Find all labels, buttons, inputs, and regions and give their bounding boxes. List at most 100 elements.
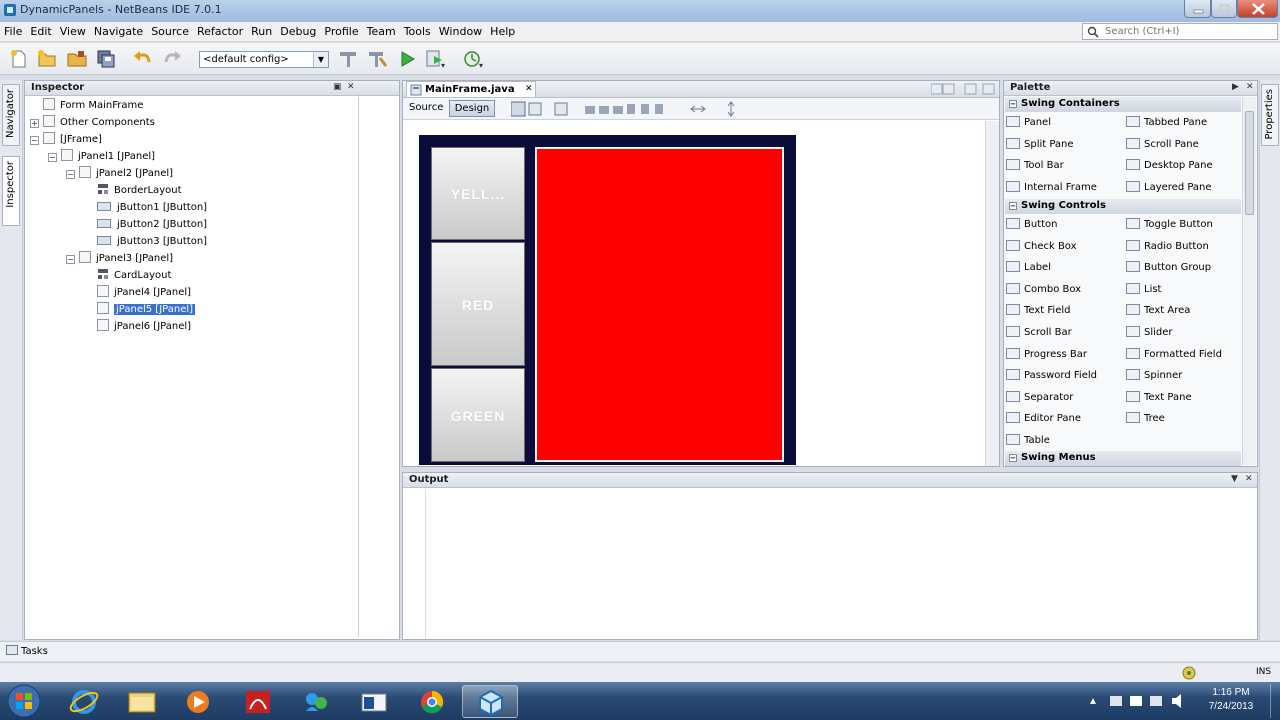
tree-node[interactable]: jButton2 [JButton] bbox=[97, 217, 207, 233]
tasks-button[interactable]: Tasks bbox=[6, 645, 48, 657]
tree-node[interactable]: jPanel5 [JPanel] bbox=[97, 302, 196, 318]
palette-item-table[interactable]: Table bbox=[1006, 434, 1050, 448]
tree-node[interactable]: jPanel3 [JPanel] bbox=[79, 251, 173, 267]
chrome-icon[interactable] bbox=[404, 685, 460, 718]
maximize-button[interactable] bbox=[1211, 0, 1237, 18]
palette-item-list[interactable]: List bbox=[1126, 282, 1161, 297]
palette-section-menus[interactable]: − Swing Menus bbox=[1005, 451, 1241, 466]
source-tab[interactable]: Source bbox=[409, 102, 443, 113]
palette-item-check-box[interactable]: Check Box bbox=[1006, 239, 1077, 254]
green-button[interactable]: GREEN bbox=[431, 368, 525, 462]
netbeans-taskbar-button[interactable] bbox=[462, 685, 518, 718]
palette-item-split-pane[interactable]: Split Pane bbox=[1006, 137, 1074, 152]
tree-node[interactable]: jPanel6 [JPanel] bbox=[97, 319, 191, 335]
design-tab[interactable]: Design bbox=[449, 100, 495, 117]
menu-source[interactable]: Source bbox=[147, 22, 193, 38]
menu-profile[interactable]: Profile bbox=[320, 22, 362, 38]
media-player-icon[interactable] bbox=[170, 685, 226, 718]
menu-navigate[interactable]: Navigate bbox=[90, 22, 147, 38]
adobe-reader-icon[interactable] bbox=[230, 685, 286, 718]
menu-tools[interactable]: Tools bbox=[400, 22, 435, 38]
palette-item-formatted-field[interactable]: Formatted Field bbox=[1126, 347, 1222, 362]
palette-item-slider[interactable]: Slider bbox=[1126, 326, 1173, 340]
palette-item-text-area[interactable]: Text Area bbox=[1126, 304, 1190, 318]
jframe-preview[interactable]: YELL... RED GREEN bbox=[419, 135, 796, 465]
tree-expander-icon[interactable]: − bbox=[66, 170, 75, 179]
palette-item-desktop-pane[interactable]: Desktop Pane bbox=[1126, 159, 1213, 173]
tree-node[interactable]: Form MainFrame bbox=[43, 98, 143, 114]
palette-item-tabbed-pane[interactable]: Tabbed Pane bbox=[1126, 116, 1207, 130]
tab-mainframe-java[interactable]: MainFrame.java ✕ bbox=[406, 81, 536, 97]
profile-icon[interactable]: ▾ bbox=[462, 48, 484, 70]
palette-item-scroll-pane[interactable]: Scroll Pane bbox=[1126, 137, 1199, 152]
menu-run[interactable]: Run bbox=[247, 22, 276, 38]
internet-explorer-icon[interactable] bbox=[56, 685, 112, 718]
window-switcher-icon[interactable] bbox=[346, 685, 402, 718]
palette-item-text-field[interactable]: Text Field bbox=[1006, 304, 1070, 318]
navigator-side-tab[interactable]: Navigator bbox=[2, 84, 20, 146]
palette-item-progress-bar[interactable]: Progress Bar bbox=[1006, 347, 1087, 362]
palette-item-scroll-bar[interactable]: Scroll Bar bbox=[1006, 326, 1072, 340]
tab-nav-icons[interactable] bbox=[931, 83, 999, 96]
editor-scrollbar[interactable] bbox=[985, 121, 999, 466]
build-icon[interactable] bbox=[337, 48, 359, 70]
system-tray-icons[interactable] bbox=[1086, 692, 1194, 710]
palette-item-radio-button[interactable]: Radio Button bbox=[1126, 239, 1209, 254]
palette-item-button[interactable]: Button bbox=[1006, 218, 1058, 232]
menu-help[interactable]: Help bbox=[486, 22, 519, 38]
redo-icon[interactable] bbox=[161, 48, 183, 70]
menu-window[interactable]: Window bbox=[435, 22, 486, 38]
menu-refactor[interactable]: Refactor bbox=[193, 22, 247, 38]
tree-node[interactable]: jPanel2 [JPanel] bbox=[79, 166, 173, 182]
design-canvas[interactable]: YELL... RED GREEN bbox=[403, 121, 986, 466]
debug-icon[interactable]: ▾ bbox=[424, 48, 446, 70]
save-all-icon[interactable] bbox=[95, 48, 117, 70]
start-button[interactable] bbox=[4, 683, 44, 719]
palette-item-panel[interactable]: Panel bbox=[1006, 116, 1051, 130]
new-file-icon[interactable] bbox=[8, 48, 30, 70]
yellow-button[interactable]: YELL... bbox=[431, 147, 525, 240]
inspector-side-tab[interactable]: Inspector bbox=[2, 156, 20, 226]
card-panel-red[interactable] bbox=[535, 147, 784, 462]
palette-item-toggle-button[interactable]: Toggle Button bbox=[1126, 218, 1213, 232]
palette-scroll-thumb[interactable] bbox=[1245, 111, 1254, 215]
search-input[interactable] bbox=[1105, 25, 1273, 38]
palette-item-spinner[interactable]: Spinner bbox=[1126, 369, 1182, 383]
palette-section-controls[interactable]: − Swing Controls bbox=[1005, 199, 1241, 214]
run-icon[interactable] bbox=[396, 48, 418, 70]
palette-item-label[interactable]: Label bbox=[1006, 261, 1051, 275]
minimize-button[interactable] bbox=[1184, 0, 1211, 18]
palette-item-editor-pane[interactable]: Editor Pane bbox=[1006, 412, 1081, 426]
notification-icon[interactable] bbox=[1182, 666, 1196, 680]
palette-item-combo-box[interactable]: Combo Box bbox=[1006, 282, 1081, 297]
tree-node[interactable]: jPanel4 [JPanel] bbox=[97, 285, 191, 301]
close-palette-icon[interactable]: ✕ bbox=[1246, 82, 1254, 92]
close-button[interactable] bbox=[1237, 0, 1278, 18]
tree-node[interactable]: jPanel1 [JPanel] bbox=[61, 149, 155, 165]
minimize-palette-icon[interactable]: ▶ bbox=[1232, 82, 1239, 92]
palette-item-layered-pane[interactable]: Layered Pane bbox=[1126, 180, 1212, 195]
tree-node[interactable]: jButton3 [JButton] bbox=[97, 234, 207, 250]
system-clock[interactable]: 1:16 PM 7/24/2013 bbox=[1196, 686, 1266, 714]
menu-debug[interactable]: Debug bbox=[276, 22, 320, 38]
search-box[interactable] bbox=[1082, 23, 1278, 40]
tree-node[interactable]: CardLayout bbox=[97, 268, 171, 284]
tree-node[interactable]: Other Components bbox=[43, 115, 155, 131]
menu-file[interactable]: File bbox=[0, 22, 26, 38]
tree-node[interactable]: [JFrame] bbox=[43, 132, 102, 148]
tree-node[interactable]: jButton1 [JButton] bbox=[97, 200, 207, 216]
menu-view[interactable]: View bbox=[56, 22, 90, 38]
minimize-output-icon[interactable]: ▼ bbox=[1231, 474, 1238, 484]
show-desktop-button[interactable] bbox=[1270, 684, 1280, 718]
file-explorer-icon[interactable] bbox=[114, 685, 170, 718]
tree-expander-icon[interactable]: − bbox=[48, 153, 57, 162]
maximize-window-icon[interactable]: ▣ bbox=[333, 82, 342, 92]
menu-edit[interactable]: Edit bbox=[26, 22, 55, 38]
alignment-tools-icons[interactable] bbox=[511, 101, 751, 117]
tree-expander-icon[interactable]: − bbox=[66, 255, 75, 264]
palette-section-containers[interactable]: − Swing Containers bbox=[1005, 97, 1241, 112]
palette-item-tool-bar[interactable]: Tool Bar bbox=[1006, 159, 1064, 173]
new-project-icon[interactable] bbox=[36, 48, 58, 70]
tree-expander-icon[interactable]: − bbox=[30, 136, 39, 145]
palette-item-button-group[interactable]: Button Group bbox=[1126, 261, 1211, 275]
